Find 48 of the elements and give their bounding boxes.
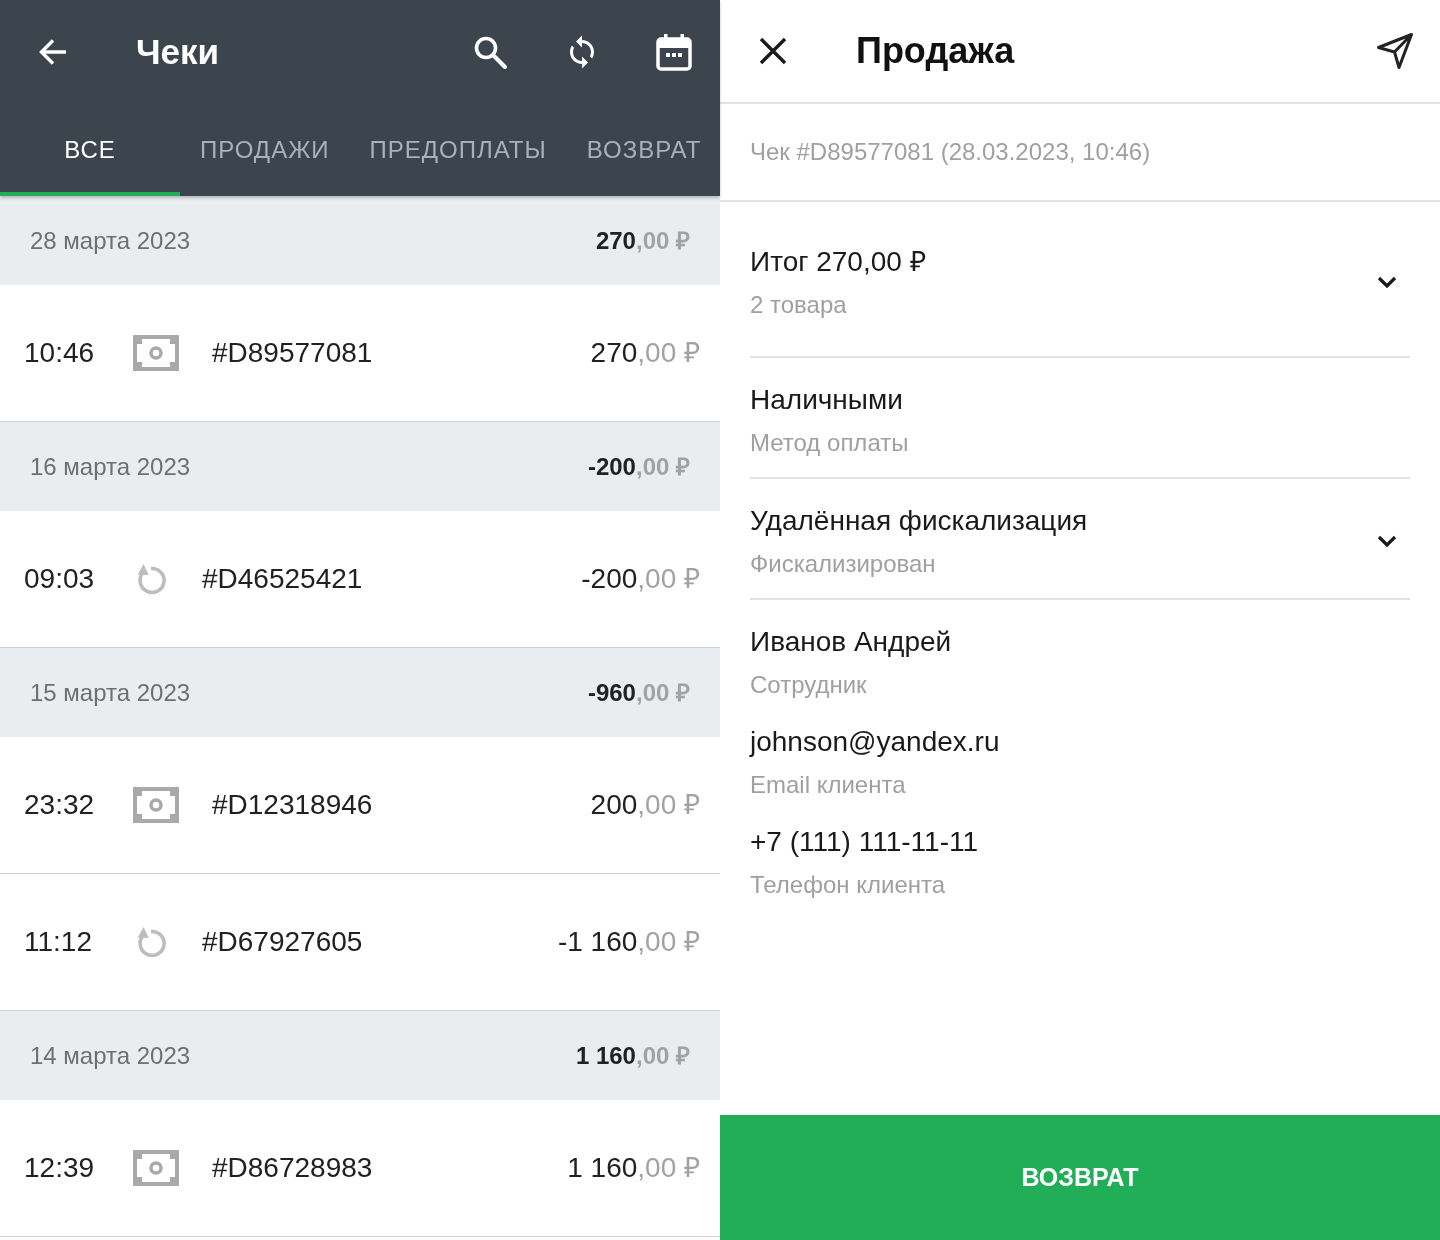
detail-value: johnson@yandex.ru xyxy=(750,725,1000,759)
cash-bill-icon xyxy=(133,335,179,371)
detail-value: Иванов Андрей xyxy=(750,625,952,659)
day-date: 15 марта 2023 xyxy=(30,677,191,708)
receipt-number: #D67927605 xyxy=(202,925,363,959)
detail-label: Метод оплаты xyxy=(750,428,909,458)
receipt-number: #D46525421 xyxy=(202,562,363,596)
day-date: 14 марта 2023 xyxy=(30,1040,191,1071)
day-total: 270,00 ₽ xyxy=(595,225,690,256)
back-arrow-icon[interactable] xyxy=(38,37,68,67)
tab[interactable]: ВОЗВРАТ xyxy=(566,104,706,196)
receipt-amount: 1 160,00 ₽ xyxy=(567,1151,700,1185)
receipt-amount: 200,00 ₽ xyxy=(590,788,700,822)
day-total: -200,00 ₽ xyxy=(587,451,690,482)
receipt-time: 23:32 xyxy=(24,788,96,822)
detail-value: +7 (111) 111-11-11 xyxy=(750,825,979,859)
receipt-amount: 270,00 ₽ xyxy=(590,336,700,370)
receipt-number: #D12318946 xyxy=(212,788,373,822)
tab[interactable]: ПРЕДОПЛАТЫ xyxy=(349,104,567,196)
chevron-down-icon[interactable] xyxy=(1377,535,1397,548)
detail-value: Наличными xyxy=(750,383,903,417)
detail-label: Email клиента xyxy=(750,770,906,800)
detail-value: Итог 270,00 ₽ xyxy=(750,245,926,279)
receipt-time: 09:03 xyxy=(24,562,96,596)
cash-bill-icon xyxy=(133,787,179,823)
receipt-caption: Чек #D89577081 (28.03.2023, 10:46) xyxy=(750,137,1151,167)
screen-title: Продажа xyxy=(856,29,1015,73)
receipt-number: #D86728983 xyxy=(212,1151,373,1185)
receipt-amount: -1 160,00 ₽ xyxy=(557,925,700,959)
chevron-down-icon[interactable] xyxy=(1377,276,1397,289)
day-total: 1 160,00 ₽ xyxy=(575,1040,690,1071)
receipt-amount: -200,00 ₽ xyxy=(581,562,700,596)
tab[interactable]: ПРОДАЖИ xyxy=(180,104,350,196)
day-total: -960,00 ₽ xyxy=(587,677,690,708)
detail-label: Фискализирован xyxy=(750,549,936,579)
detail-label: Сотрудник xyxy=(750,670,867,700)
receipt-time: 10:46 xyxy=(24,336,96,370)
receipt-time: 11:12 xyxy=(24,925,93,959)
receipt-time: 12:39 xyxy=(24,1151,96,1185)
detail-value: Удалённая фискализация xyxy=(750,504,1088,538)
cash-bill-icon xyxy=(133,1150,179,1186)
detail-label: 2 товара xyxy=(750,290,847,320)
receipt-number: #D89577081 xyxy=(212,336,373,370)
screen-title: Чеки xyxy=(136,31,220,73)
day-date: 16 марта 2023 xyxy=(30,451,191,482)
detail-label: Телефон клиента xyxy=(750,870,946,900)
close-icon[interactable] xyxy=(759,37,787,65)
day-date: 28 марта 2023 xyxy=(30,225,191,256)
